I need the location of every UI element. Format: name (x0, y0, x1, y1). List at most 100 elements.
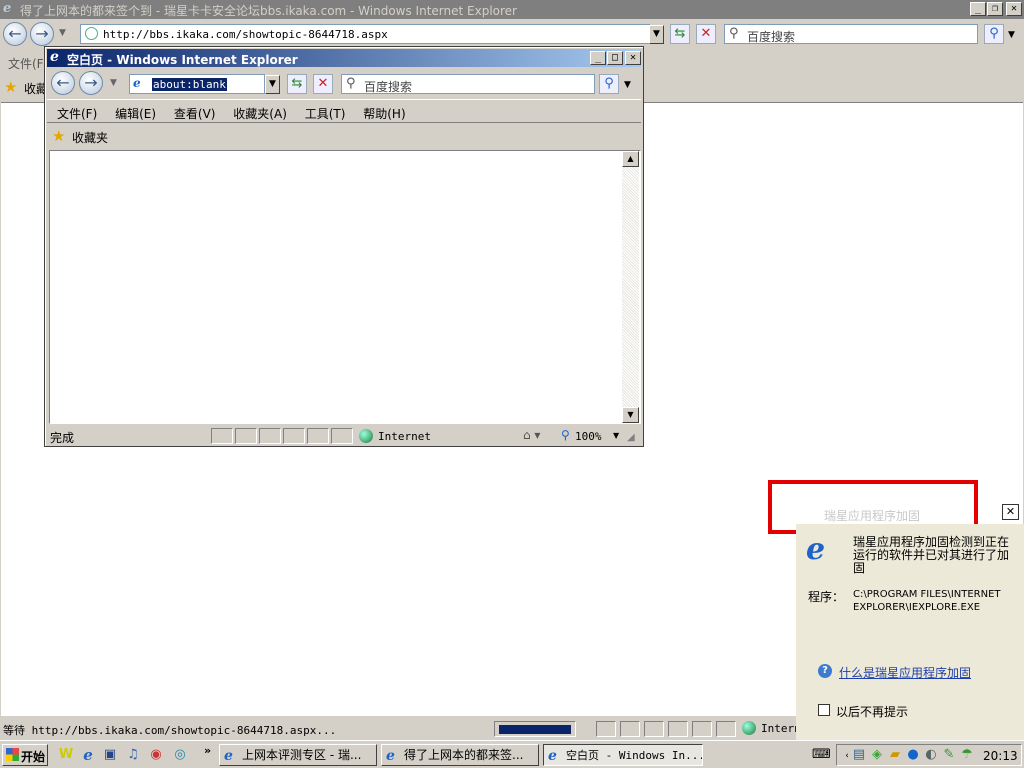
status-cell (211, 428, 233, 444)
menu-file[interactable]: 文件(F) (57, 105, 97, 122)
main-search-input[interactable]: ⚲ 百度搜索 (724, 24, 978, 44)
main-address-text: http://bbs.ikaka.com/showtopic-8644718.a… (103, 28, 388, 41)
minimize-button[interactable]: _ (970, 2, 986, 16)
popup-minimize-button[interactable]: _ (590, 51, 606, 65)
status-cell (716, 721, 736, 737)
protected-mode-icon[interactable]: ⌂ ▾ (523, 428, 540, 442)
quicklaunch-more-icon[interactable]: » (204, 744, 211, 757)
notification-message: 瑞星应用程序加固检测到正在运行的软件并已对其进行了加固 (853, 535, 1010, 575)
taskbar-task[interactable]: e 得了上网本的都来签... (381, 744, 539, 766)
popup-zoom-text[interactable]: 100% (575, 430, 602, 443)
ie-logo-icon: e (806, 532, 826, 567)
quicklaunch-media-icon[interactable]: ♫ (125, 747, 141, 763)
notification-panel: 瑞星应用程序加固 ✕ e 瑞星应用程序加固检测到正在运行的软件并已对其进行了加固… (796, 502, 1024, 740)
popup-maximize-button[interactable]: □ (607, 51, 623, 65)
search-icon: ⚲ (346, 76, 356, 91)
popup-favorites-label[interactable]: 收藏夹 (72, 129, 108, 146)
popup-search-options-icon[interactable]: ▼ (624, 80, 631, 90)
popup-close-button[interactable]: ✕ (625, 51, 641, 65)
tray-firewall-icon[interactable]: ✎ (941, 747, 957, 763)
program-path: C:\PROGRAM FILES\INTERNET EXPLORER\IEXPL… (853, 589, 1001, 613)
ie-icon: e (50, 49, 59, 65)
popup-address-dropdown-button[interactable]: ▼ (265, 75, 280, 94)
popup-window: e 空白页 - Windows Internet Explorer _ □ ✕ … (44, 46, 644, 447)
popup-address-bar[interactable]: e about:blank (129, 74, 265, 94)
refresh-icon[interactable]: ⇆ (670, 24, 690, 44)
popup-status-text: 完成 (50, 431, 75, 445)
restore-button[interactable]: ❐ (987, 2, 1003, 16)
popup-search-placeholder: 百度搜索 (364, 80, 413, 94)
quicklaunch-browser-icon[interactable]: ◉ (148, 747, 164, 763)
back-button[interactable]: ← (3, 22, 27, 46)
popup-stop-icon[interactable]: ✕ (313, 74, 333, 94)
menu-tools[interactable]: 工具(T) (305, 105, 346, 122)
zoom-icon[interactable]: ⚲ (561, 428, 570, 442)
popup-address-text: about:blank (152, 78, 227, 91)
popup-window-title: 空白页 - Windows Internet Explorer (67, 53, 298, 67)
history-dropdown-icon[interactable]: ▼ (59, 28, 66, 38)
popup-title-bar[interactable]: e 空白页 - Windows Internet Explorer _ □ ✕ (47, 49, 641, 67)
what-is-link[interactable]: 什么是瑞星应用程序加固 (839, 664, 971, 681)
ie-icon: e (3, 1, 12, 16)
clock[interactable]: 20:13 (983, 749, 1018, 763)
menu-help[interactable]: 帮助(H) (363, 105, 405, 122)
globe-icon (742, 721, 756, 735)
forward-button[interactable]: → (30, 22, 54, 46)
main-title-bar[interactable]: e 得了上网本的都来签个到 - 瑞星卡卡安全论坛bbs.ikaka.com - … (0, 0, 1024, 19)
popup-refresh-icon[interactable]: ⇆ (287, 74, 307, 94)
main-window-title: 得了上网本的都来签个到 - 瑞星卡卡安全论坛bbs.ikaka.com - Wi… (20, 4, 517, 18)
resize-grip-icon[interactable]: ◢ (627, 432, 635, 443)
menu-view[interactable]: 查看(V) (174, 105, 216, 122)
tray-shield-icon[interactable]: ◈ (869, 747, 885, 763)
scroll-down-button[interactable]: ▼ (622, 407, 639, 423)
search-options-icon[interactable]: ▼ (1008, 30, 1015, 40)
taskbar-task[interactable]: e 上网本评测专区 - 瑞... (219, 744, 377, 766)
tray-rising-icon[interactable]: ◐ (923, 747, 939, 763)
search-go-icon[interactable]: ⚲ (984, 24, 1004, 44)
menu-edit[interactable]: 编辑(E) (115, 105, 156, 122)
popup-forward-button[interactable]: → (79, 71, 103, 95)
main-address-bar[interactable]: http://bbs.ikaka.com/showtopic-8644718.a… (80, 24, 650, 44)
popup-search-go-icon[interactable]: ⚲ (599, 74, 619, 94)
start-button[interactable]: 开始 (2, 744, 48, 766)
popup-history-dropdown-icon[interactable]: ▼ (110, 78, 117, 88)
popup-scrollbar[interactable]: ▲ ▼ (622, 151, 639, 423)
quicklaunch-app-icon[interactable]: W (58, 747, 74, 763)
help-icon[interactable]: ? (818, 664, 832, 678)
main-search-placeholder: 百度搜索 (747, 30, 796, 44)
favorites-star-icon: ★ (4, 78, 18, 96)
status-cell (494, 721, 576, 737)
notification-close-button[interactable]: ✕ (1002, 504, 1019, 520)
taskbar-task-active[interactable]: e 空白页 - Windows In... (543, 744, 703, 766)
windows-logo-icon (6, 748, 19, 761)
task-label: 空白页 - Windows In... (566, 749, 703, 762)
dont-show-label: 以后不再提示 (836, 705, 909, 719)
notification-body: e 瑞星应用程序加固检测到正在运行的软件并已对其进行了加固 程序： C:\PRO… (796, 524, 1024, 740)
popup-content-area: ▲ ▼ (49, 150, 641, 424)
tray-umbrella-icon[interactable]: ☂ (959, 747, 975, 763)
close-button[interactable]: ✕ (1006, 2, 1022, 16)
stop-icon[interactable]: ✕ (696, 24, 716, 44)
tray-folder-icon[interactable]: ▰ (887, 747, 903, 763)
keyboard-icon[interactable]: ⌨ (812, 747, 831, 763)
dont-show-checkbox[interactable] (818, 704, 830, 716)
globe-icon (359, 429, 373, 443)
popup-back-button[interactable]: ← (51, 71, 75, 95)
popup-search-input[interactable]: ⚲ 百度搜索 (341, 74, 595, 94)
popup-menu-bar: 文件(F) 编辑(E) 查看(V) 收藏夹(A) 工具(T) 帮助(H) (47, 99, 641, 123)
main-menu-file[interactable]: 文件(F (8, 55, 44, 72)
quicklaunch-show-desktop-icon[interactable]: ▣ (102, 747, 118, 763)
status-cell (259, 428, 281, 444)
tray-network-icon[interactable]: ▤ (851, 747, 867, 763)
tray-globe-icon[interactable]: ● (905, 747, 921, 763)
zoom-dropdown-icon[interactable]: ▼ (613, 431, 619, 440)
scroll-up-button[interactable]: ▲ (622, 151, 639, 167)
quicklaunch-qq-icon[interactable]: ◎ (172, 747, 188, 763)
quicklaunch-ie-icon[interactable]: e (80, 747, 96, 763)
ie-icon: e (224, 748, 233, 764)
ie-icon: e (386, 748, 395, 764)
menu-favorites[interactable]: 收藏夹(A) (233, 105, 287, 122)
address-dropdown-button[interactable]: ▼ (649, 25, 664, 44)
notification-header: 瑞星应用程序加固 (824, 509, 921, 523)
ie-icon: e (548, 748, 557, 764)
